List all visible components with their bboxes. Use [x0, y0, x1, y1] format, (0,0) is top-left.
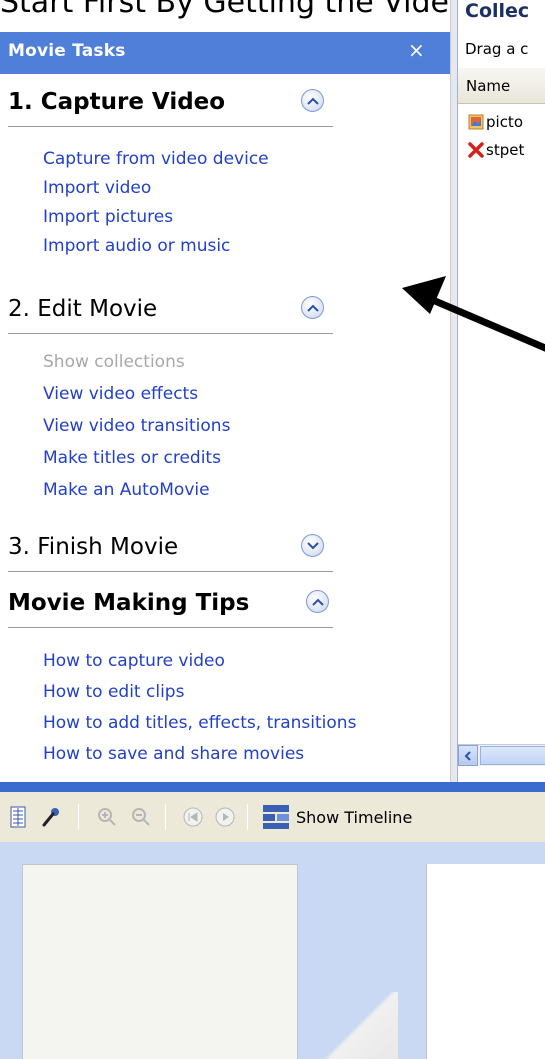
item-name: stpet	[486, 141, 525, 159]
zoom-out-icon[interactable]	[128, 804, 154, 830]
expand-chevron-icon[interactable]	[301, 534, 324, 557]
link-view-video-effects[interactable]: View video effects	[43, 384, 198, 404]
link-view-video-transitions[interactable]: View video transitions	[43, 416, 230, 436]
link-make-titles-or-credits[interactable]: Make titles or credits	[43, 448, 221, 468]
movie-tasks-header: Movie Tasks ×	[0, 32, 450, 74]
scroll-left-button[interactable]	[458, 745, 478, 766]
toolbar-separator	[165, 804, 166, 830]
collections-title: Collec	[465, 0, 530, 22]
section-label: 2. Edit Movie	[8, 296, 158, 322]
link-import-video[interactable]: Import video	[43, 178, 151, 198]
collection-item[interactable]: picto	[468, 112, 545, 136]
link-how-to-edit-clips[interactable]: How to edit clips	[43, 682, 184, 702]
movie-tasks-pane: Movie Tasks × 1. Capture Video Capture f…	[0, 32, 450, 782]
zoom-in-icon[interactable]	[94, 804, 120, 830]
play-icon[interactable]	[212, 804, 238, 830]
transition-slot[interactable]	[318, 992, 398, 1059]
storyboard-icon[interactable]	[6, 804, 32, 830]
section-label: Movie Making Tips	[8, 590, 250, 616]
section-movie-making-tips[interactable]: Movie Making Tips	[8, 588, 333, 628]
link-how-to-add-titles-effects-transitions[interactable]: How to add titles, effects, transitions	[43, 713, 356, 733]
link-how-to-capture-video[interactable]: How to capture video	[43, 651, 225, 671]
collection-item[interactable]: stpet	[468, 140, 545, 164]
chevron-left-icon	[464, 750, 471, 761]
storyboard-toolbar: Show Timeline	[0, 792, 545, 842]
splitter-bar[interactable]	[0, 782, 545, 792]
toolbar-separator	[78, 804, 79, 830]
image-file-icon	[468, 114, 484, 130]
pane-divider[interactable]	[450, 0, 458, 782]
annotation-arrow	[402, 276, 545, 352]
section-edit-movie[interactable]: 2. Edit Movie	[8, 294, 333, 334]
toolbar-separator	[247, 804, 248, 830]
link-capture-from-video-device[interactable]: Capture from video device	[43, 149, 269, 169]
item-name: picto	[486, 113, 523, 131]
storyboard	[0, 842, 545, 1059]
movie-tasks-title: Movie Tasks	[8, 41, 126, 61]
section-capture-video[interactable]: 1. Capture Video	[8, 87, 333, 127]
link-how-to-save-and-share-movies[interactable]: How to save and share movies	[43, 744, 304, 764]
link-import-audio-or-music[interactable]: Import audio or music	[43, 236, 230, 256]
show-timeline-label: Show Timeline	[296, 807, 413, 827]
name-column-header[interactable]: Name	[458, 68, 545, 104]
scroll-thumb[interactable]	[480, 746, 545, 765]
section-label: 3. Finish Movie	[8, 534, 179, 560]
timeline-icon	[263, 805, 289, 829]
collections-hint: Drag a c	[465, 40, 529, 58]
section-label: 1. Capture Video	[8, 89, 226, 115]
close-icon[interactable]: ×	[408, 38, 425, 62]
collapse-chevron-icon[interactable]	[301, 296, 324, 319]
storyboard-clip-slot[interactable]	[22, 864, 298, 1059]
rewind-icon[interactable]	[180, 804, 206, 830]
link-import-pictures[interactable]: Import pictures	[43, 207, 173, 227]
column-label: Name	[466, 77, 511, 95]
horizontal-scrollbar[interactable]	[458, 744, 545, 766]
link-make-an-automovie[interactable]: Make an AutoMovie	[43, 480, 210, 500]
collections-pane: Collec Drag a c Name picto stpet	[458, 0, 545, 782]
collapse-chevron-icon[interactable]	[301, 89, 324, 112]
missing-file-icon	[468, 142, 484, 158]
show-timeline-button[interactable]: Show Timeline	[262, 802, 412, 832]
section-finish-movie[interactable]: 3. Finish Movie	[8, 532, 333, 572]
link-show-collections: Show collections	[43, 352, 185, 372]
collapse-chevron-icon[interactable]	[306, 590, 329, 613]
properties-icon[interactable]	[38, 804, 64, 830]
storyboard-clip-slot[interactable]	[426, 864, 545, 1059]
